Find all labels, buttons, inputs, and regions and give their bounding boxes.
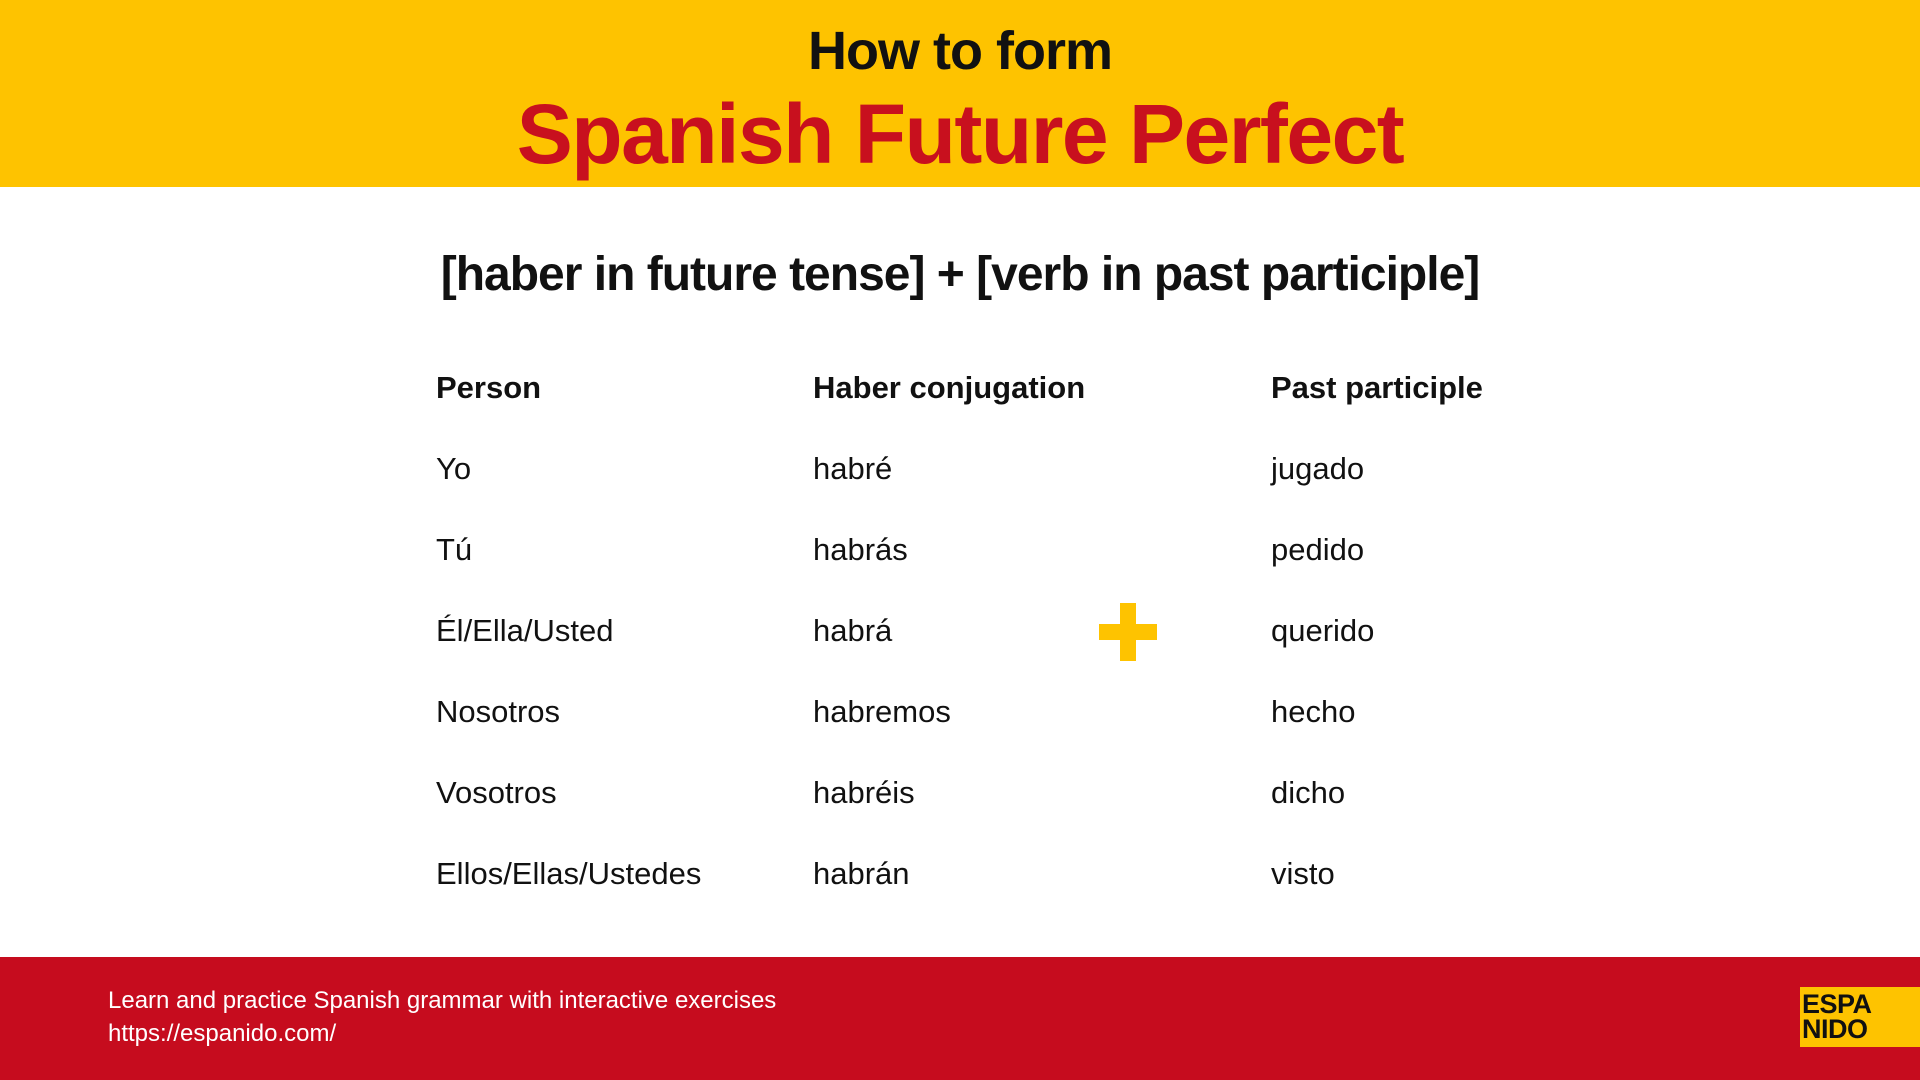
column-header-person: Person (436, 370, 542, 405)
espanido-logo[interactable]: ESPA NIDO (1800, 987, 1920, 1047)
table-cell-participle: pedido (1271, 532, 1365, 567)
table-cell-person: Vosotros (436, 775, 557, 810)
logo-line-2: NIDO (1802, 1014, 1868, 1044)
page-title: Spanish Future Perfect (516, 87, 1405, 181)
table-cell-person: Ellos/Ellas/Ustedes (436, 856, 702, 891)
table-cell-person: Él/Ella/Usted (436, 613, 614, 648)
table-cell-person: Nosotros (436, 694, 561, 729)
table-cell-participle: dicho (1271, 775, 1346, 810)
footer-url[interactable]: https://espanido.com/ (108, 1020, 336, 1048)
header-banner: How to form Spanish Future Perfect (0, 0, 1920, 187)
table-cell-haber: habrá (813, 613, 893, 648)
footer-banner: Learn and practice Spanish grammar with … (0, 957, 1920, 1080)
table-cell-person: Yo (436, 451, 472, 486)
footer-tagline: Learn and practice Spanish grammar with … (108, 987, 777, 1014)
table-cell-haber: habrán (813, 856, 910, 891)
table-cell-participle: hecho (1271, 694, 1356, 729)
table-cell-person: Tú (436, 532, 473, 567)
table-cell-participle: querido (1271, 613, 1375, 648)
formula: [haber in future tense] + [verb in past … (440, 248, 1481, 301)
header-subtitle: How to form (808, 21, 1113, 81)
table-cell-participle: visto (1271, 856, 1335, 891)
column-header-haber: Haber conjugation (813, 370, 1086, 405)
table-cell-haber: habrás (813, 532, 908, 567)
table-cell-participle: jugado (1271, 451, 1365, 486)
plus-icon (1099, 603, 1157, 661)
table-cell-haber: habréis (813, 775, 915, 810)
column-header-participle: Past participle (1271, 370, 1483, 405)
table-cell-haber: habremos (813, 694, 951, 729)
table-cell-haber: habré (813, 451, 893, 486)
